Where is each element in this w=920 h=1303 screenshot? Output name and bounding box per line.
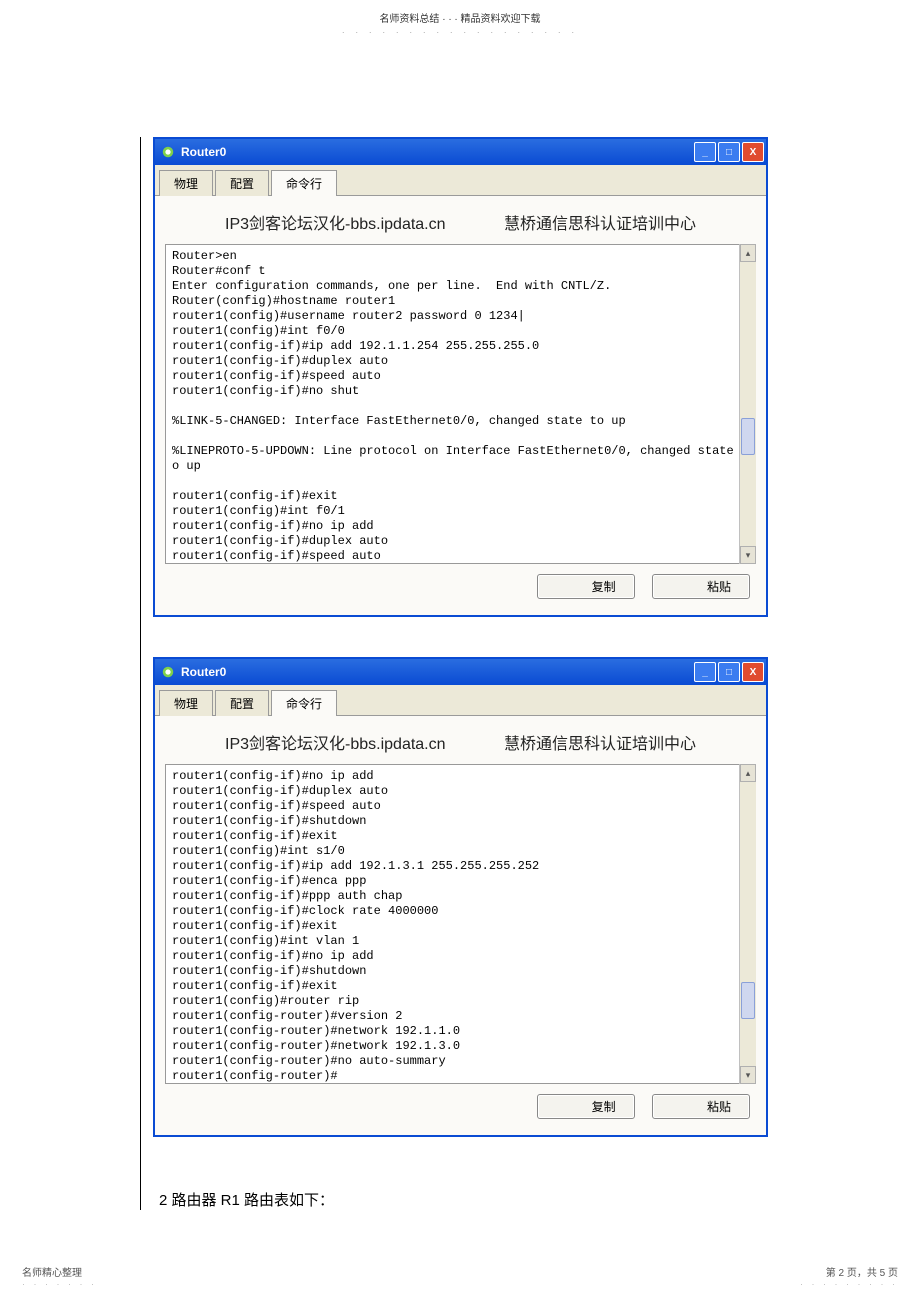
scrollbar[interactable]: ▴ ▾	[739, 244, 756, 564]
cli-terminal[interactable]: router1(config-if)#no ip add router1(con…	[165, 764, 756, 1084]
tab-physical[interactable]: 物理	[159, 170, 213, 196]
scrollbar[interactable]: ▴ ▾	[739, 764, 756, 1084]
subheader-left: IP3剑客论坛汉化-bbs.ipdata.cn	[225, 730, 446, 754]
scroll-thumb[interactable]	[741, 418, 755, 455]
router-window-1: Router0 _ □ X 物理 配置 命令行 IP3剑客论坛汉化-bbs.ip…	[153, 137, 768, 617]
minimize-button[interactable]: _	[694, 142, 716, 162]
subheader-left: IP3剑客论坛汉化-bbs.ipdata.cn	[225, 210, 446, 234]
tab-strip: 物理 配置 命令行	[155, 685, 766, 716]
titlebar[interactable]: Router0 _ □ X	[155, 659, 766, 685]
tab-physical[interactable]: 物理	[159, 690, 213, 716]
maximize-button[interactable]: □	[718, 662, 740, 682]
footer-left-dots: · · · · · · ·	[22, 1279, 97, 1289]
router-window-2: Router0 _ □ X 物理 配置 命令行 IP3剑客论坛汉化-bbs.ip…	[153, 657, 768, 1137]
tab-cli[interactable]: 命令行	[271, 690, 337, 716]
cli-terminal[interactable]: Router>en Router#conf t Enter configurat…	[165, 244, 756, 564]
window-title: Router0	[181, 665, 226, 679]
footer-left-text: 名师精心整理	[22, 1264, 97, 1279]
tab-config[interactable]: 配置	[215, 170, 269, 196]
copy-button[interactable]: 复制	[537, 1094, 635, 1119]
scroll-down-icon[interactable]: ▾	[740, 546, 756, 564]
copy-button[interactable]: 复制	[537, 574, 635, 599]
footer-left: 名师精心整理 · · · · · · ·	[22, 1264, 97, 1289]
app-icon	[161, 145, 175, 159]
app-icon	[161, 665, 175, 679]
minimize-button[interactable]: _	[694, 662, 716, 682]
page-header-text: 名师资料总结 · · · 精品资料欢迎下载	[0, 10, 920, 25]
maximize-button[interactable]: □	[718, 142, 740, 162]
tab-config[interactable]: 配置	[215, 690, 269, 716]
tab-cli[interactable]: 命令行	[271, 170, 337, 196]
paste-button[interactable]: 粘贴	[652, 574, 750, 599]
scroll-down-icon[interactable]: ▾	[740, 1066, 756, 1084]
footer-right-dots: · · · · · · · · ·	[800, 1279, 898, 1289]
page-header-dots: · · · · · · · · · · · · · · · · · ·	[0, 27, 920, 37]
paste-button[interactable]: 粘贴	[652, 1094, 750, 1119]
window-title: Router0	[181, 145, 226, 159]
tab-strip: 物理 配置 命令行	[155, 165, 766, 196]
subheader-right: 慧桥通信思科认证培训中心	[504, 210, 696, 234]
subheader-right: 慧桥通信思科认证培训中心	[504, 730, 696, 754]
body-note: 2 路由器 R1 路由表如下：	[141, 1177, 780, 1210]
footer-right: 第 2 页，共 5 页 · · · · · · · · ·	[800, 1264, 898, 1289]
titlebar[interactable]: Router0 _ □ X	[155, 139, 766, 165]
close-button[interactable]: X	[742, 662, 764, 682]
scroll-thumb[interactable]	[741, 982, 755, 1019]
close-button[interactable]: X	[742, 142, 764, 162]
page-header: 名师资料总结 · · · 精品资料欢迎下载 · · · · · · · · · …	[0, 0, 920, 37]
footer-right-text: 第 2 页，共 5 页	[800, 1264, 898, 1279]
